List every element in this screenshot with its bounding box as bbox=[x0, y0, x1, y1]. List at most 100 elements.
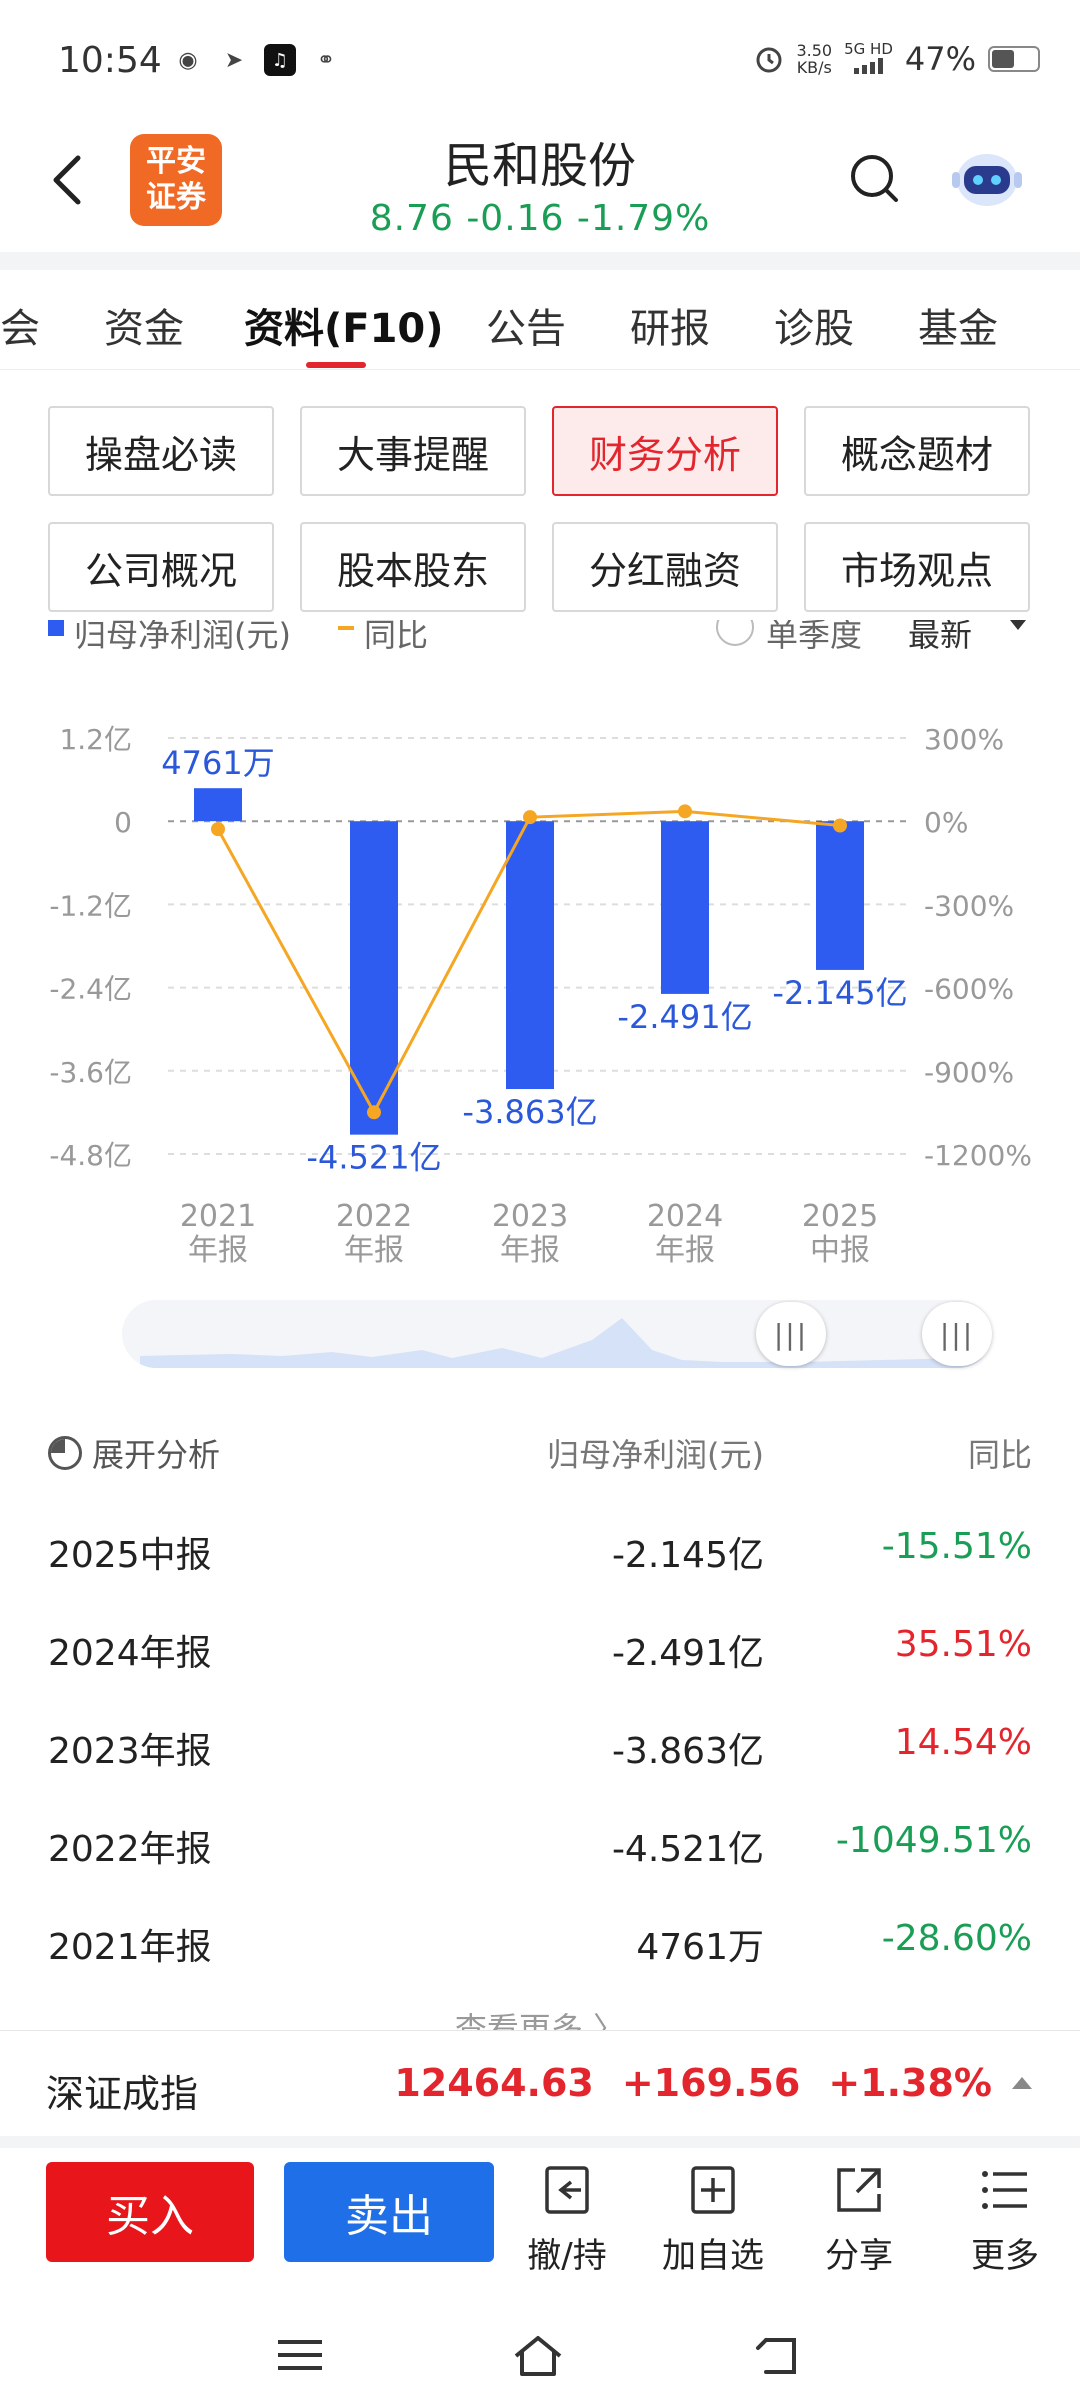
btn-trading-guide[interactable]: 操盘必读 bbox=[48, 406, 274, 496]
view-more[interactable]: 查看更多 〉 bbox=[0, 2000, 1080, 2030]
y-left-tick-label: -3.6亿 bbox=[49, 1056, 132, 1089]
back-nav-icon[interactable] bbox=[748, 2330, 808, 2380]
x-tick-label: 年报 bbox=[188, 1233, 248, 1268]
x-tick-label: 年报 bbox=[655, 1233, 715, 1268]
network-indicator: 5G HD bbox=[844, 39, 893, 78]
x-tick-label: 年报 bbox=[344, 1233, 404, 1268]
tab-meeting[interactable]: 会 bbox=[0, 296, 40, 354]
legend-series1[interactable]: 归母净利润(元) bbox=[74, 620, 291, 656]
system-nav-bar bbox=[0, 2300, 1080, 2408]
expand-analysis[interactable]: 展开分析 bbox=[48, 1430, 220, 1476]
row-value: -4.521亿 bbox=[611, 1829, 764, 1870]
row-period: 2025中报 bbox=[48, 1535, 212, 1576]
more-label: 更多 bbox=[971, 2236, 1039, 2276]
btn-major-events[interactable]: 大事提醒 bbox=[300, 406, 526, 496]
bar-data-label: -3.863亿 bbox=[462, 1093, 597, 1131]
bar bbox=[816, 821, 864, 970]
battery-percent: 47% bbox=[904, 40, 976, 78]
yoy-point bbox=[678, 804, 692, 819]
yoy-point bbox=[833, 818, 847, 833]
tab-research[interactable]: 研报 bbox=[630, 296, 710, 354]
x-tick-label: 2021 bbox=[180, 1199, 256, 1234]
menu-icon[interactable] bbox=[270, 2330, 330, 2380]
bar-data-label: -2.491亿 bbox=[617, 998, 752, 1036]
legend-line-swatch bbox=[338, 626, 354, 630]
single-quarter-radio[interactable] bbox=[716, 620, 754, 646]
ai-assistant-icon[interactable] bbox=[948, 146, 1026, 210]
tab-announcements[interactable]: 公告 bbox=[486, 296, 566, 354]
home-icon[interactable] bbox=[508, 2330, 568, 2380]
dropdown-caret-icon[interactable] bbox=[1010, 620, 1026, 630]
row-yoy: -28.60% bbox=[881, 1918, 1032, 1959]
more-button[interactable]: 更多 bbox=[940, 2162, 1070, 2282]
net-speed: 3.50 KB/s bbox=[796, 42, 832, 76]
btn-company-profile[interactable]: 公司概况 bbox=[48, 522, 274, 612]
add-watchlist-button[interactable]: 加自选 bbox=[648, 2162, 778, 2282]
table-row[interactable]: 2023年报 -3.863亿 14.54% bbox=[48, 1716, 1032, 1776]
y-left-tick-label: 1.2亿 bbox=[59, 723, 132, 756]
y-left-tick-label: 0 bbox=[114, 806, 132, 839]
search-icon[interactable] bbox=[846, 150, 902, 206]
btn-dividends-financing[interactable]: 分红融资 bbox=[552, 522, 778, 612]
withdraw-hold-button[interactable]: 撤/持 bbox=[502, 2162, 632, 2282]
row-period: 2024年报 bbox=[48, 1633, 212, 1674]
x-tick-label: 2025 bbox=[802, 1199, 878, 1234]
btn-concepts[interactable]: 概念题材 bbox=[804, 406, 1030, 496]
tab-fund[interactable]: 基金 bbox=[918, 296, 998, 354]
share-label: 分享 bbox=[825, 2236, 893, 2276]
signal-icon bbox=[854, 57, 884, 74]
y-left-tick-label: -2.4亿 bbox=[49, 973, 132, 1006]
yoy-point bbox=[523, 810, 537, 825]
notification-icons: ◉ ➤ ♫ ⚭ bbox=[172, 44, 342, 76]
range-slider[interactable] bbox=[122, 1300, 992, 1368]
table-row[interactable]: 2025中报 -2.145亿 -15.51% bbox=[48, 1520, 1032, 1580]
net-speed-value: 3.50 bbox=[796, 41, 833, 60]
network-type: 5G HD bbox=[844, 39, 893, 58]
row-period: 2022年报 bbox=[48, 1829, 212, 1870]
index-pct: +1.38% bbox=[828, 2061, 992, 2105]
period-dropdown[interactable]: 最新 bbox=[908, 620, 972, 656]
table-row[interactable]: 2021年报 4761万 -28.60% bbox=[48, 1912, 1032, 1972]
expand-up-icon[interactable] bbox=[1012, 2077, 1032, 2089]
row-yoy: 35.51% bbox=[894, 1624, 1032, 1665]
yoy-point bbox=[211, 822, 225, 837]
send-icon: ➤ bbox=[224, 47, 244, 73]
btn-financial-analysis[interactable]: 财务分析 bbox=[552, 406, 778, 496]
stock-name: 民和股份 bbox=[443, 138, 636, 194]
range-handle-right[interactable]: ||| bbox=[922, 1302, 992, 1366]
y-left-tick-label: -1.2亿 bbox=[49, 889, 132, 922]
sell-button[interactable]: 卖出 bbox=[284, 2162, 494, 2262]
row-value: -3.863亿 bbox=[611, 1731, 764, 1772]
alarm-icon bbox=[756, 47, 782, 73]
legend-series2[interactable]: 同比 bbox=[364, 620, 428, 656]
row-period: 2023年报 bbox=[48, 1731, 212, 1772]
expand-analysis-label: 展开分析 bbox=[92, 1436, 221, 1474]
btn-market-views[interactable]: 市场观点 bbox=[804, 522, 1030, 612]
range-handle-left[interactable]: ||| bbox=[756, 1302, 826, 1366]
table-row[interactable]: 2022年报 -4.521亿 -1049.51% bbox=[48, 1814, 1032, 1874]
row-yoy: 14.54% bbox=[894, 1722, 1032, 1763]
tab-capital[interactable]: 资金 bbox=[104, 296, 184, 354]
buy-button[interactable]: 买入 bbox=[46, 2162, 254, 2262]
profit-chart: 1.2亿 300% 0 0% -1.2亿 -300% -2.4亿 -600% -3.6亿 -900… bbox=[49, 723, 1032, 1268]
share-button[interactable]: 分享 bbox=[794, 2162, 924, 2282]
tab-f10[interactable]: 资料(F10) bbox=[244, 296, 444, 354]
index-ticker[interactable]: 深证成指 12464.63 +169.56 +1.38% bbox=[0, 2030, 1080, 2134]
header-divider bbox=[0, 252, 1080, 270]
view-more-label[interactable]: 查看更多 〉 bbox=[0, 2004, 1080, 2030]
index-change: +169.56 bbox=[621, 2061, 801, 2105]
y-right-tick-label: -300% bbox=[924, 889, 1014, 922]
stock-price: 8.76 bbox=[369, 198, 454, 239]
stock-header: 平安 证券 民和股份 8.76 -0.16 -1.79% bbox=[0, 120, 1080, 250]
single-quarter-label[interactable]: 单季度 bbox=[766, 620, 862, 656]
x-tick-label: 年报 bbox=[500, 1233, 560, 1268]
tab-diagnosis[interactable]: 诊股 bbox=[774, 296, 854, 354]
y-right-tick-label: -900% bbox=[924, 1056, 1014, 1089]
btn-shareholders[interactable]: 股本股东 bbox=[300, 522, 526, 612]
bar bbox=[194, 788, 242, 822]
tab-bar: 会 资金 资料(F10) 公告 研报 诊股 基金 bbox=[0, 270, 1080, 370]
y-right-tick-label: 0% bbox=[924, 806, 968, 839]
status-time: 10:54 bbox=[58, 40, 162, 81]
table-row[interactable]: 2024年报 -2.491亿 35.51% bbox=[48, 1618, 1032, 1678]
x-tick-label: 中报 bbox=[810, 1233, 870, 1268]
